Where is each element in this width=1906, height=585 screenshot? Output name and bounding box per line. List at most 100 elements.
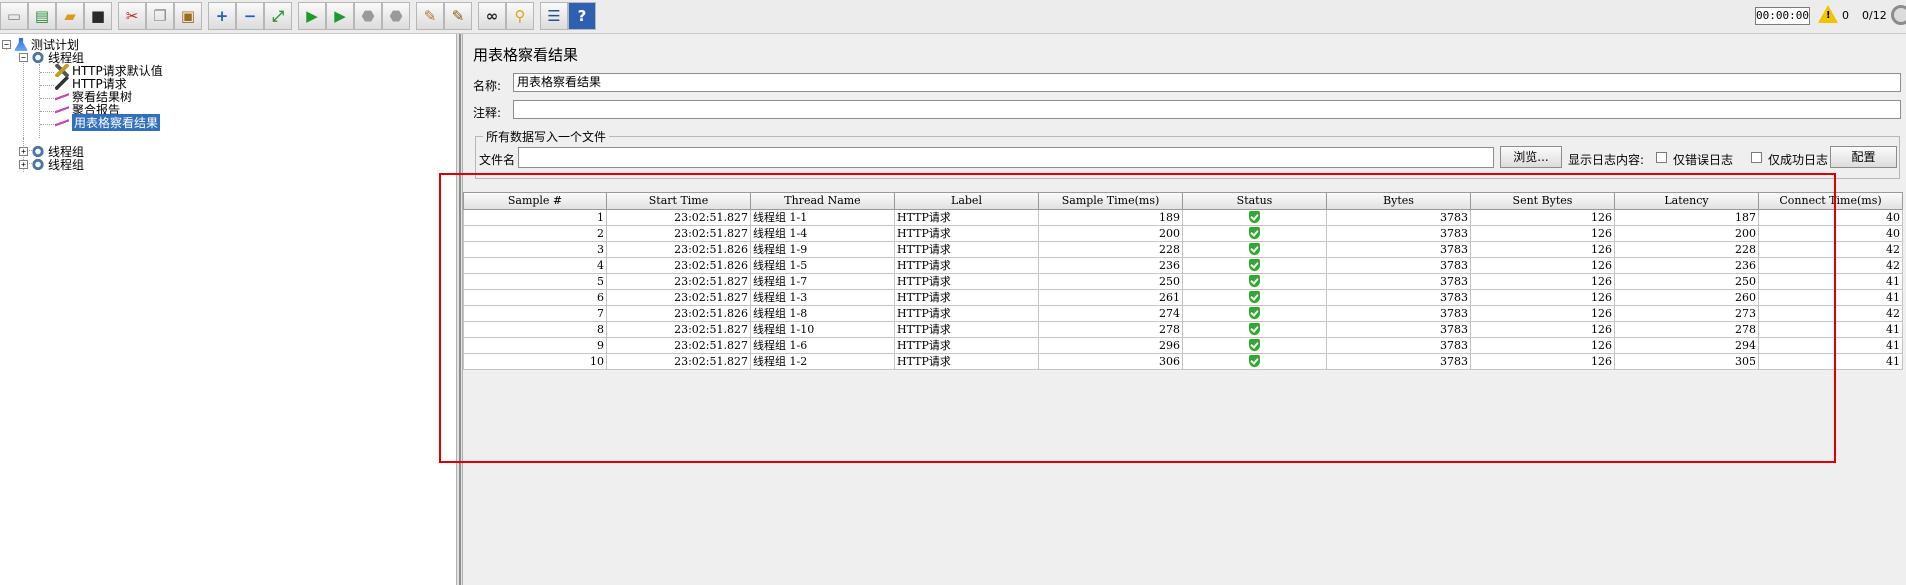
table-cell: 23:02:51.827 [607,354,751,370]
panel-title: 用表格察看结果 [473,46,579,64]
filename-field[interactable] [518,147,1494,168]
stop-icon: ⬣ [361,6,375,25]
table-cell: 3 [463,242,607,258]
table-cell: 3783 [1327,338,1471,354]
browse-button[interactable]: 浏览... [1500,146,1562,168]
table-cell: 7 [463,306,607,322]
success-shield-icon [1249,227,1260,239]
table-row[interactable]: 4 23:02:51.826 线程组 1-5 HTTP请求 236 3783 126 236 4… [463,258,1903,274]
search-button[interactable]: ∞ [478,2,506,30]
help-button[interactable]: ? [568,2,596,30]
table-cell: 线程组 1-8 [751,306,895,322]
expand-toggle-icon[interactable]: + [19,147,28,156]
table-header: Sample # Start Time Thread Name Label Sample… [463,192,1903,210]
clear-button[interactable]: ✎ [416,2,444,30]
table-cell: 228 [1615,242,1759,258]
table-cell: HTTP请求 [895,322,1039,338]
expand-toggle-icon[interactable]: + [19,160,28,169]
tree-node-label: 线程组 [48,158,85,172]
column-header[interactable]: Latency [1615,192,1759,210]
gear-icon[interactable] [1891,5,1906,25]
collapse-button[interactable]: − [236,2,264,30]
success-shield-icon [1249,211,1260,223]
table-cell: 3783 [1327,242,1471,258]
errors-only-checkbox[interactable] [1656,152,1667,163]
column-header[interactable]: Label [895,192,1039,210]
table-cell: 187 [1615,210,1759,226]
copy-button[interactable]: ❐ [146,2,174,30]
thread-group-icon [31,158,45,171]
minus-icon: − [243,6,257,25]
start-button[interactable]: ▶ [298,2,326,30]
table-cell: 236 [1039,258,1183,274]
table-row[interactable]: 10 23:02:51.827 线程组 1-2 HTTP请求 306 3783 126 305… [463,354,1903,370]
paste-button[interactable]: ▣ [174,2,202,30]
table-cell: HTTP请求 [895,258,1039,274]
table-cell: 250 [1039,274,1183,290]
name-field[interactable]: 用表格察看结果 [513,73,1901,92]
table-cell: 3783 [1327,226,1471,242]
table-row[interactable]: 8 23:02:51.827 线程组 1-10 HTTP请求 278 3783 126 278… [463,322,1903,338]
status-cell [1183,226,1327,242]
table-row[interactable]: 5 23:02:51.827 线程组 1-7 HTTP请求 250 3783 126 250 4… [463,274,1903,290]
stop-button[interactable]: ⬣ [354,2,382,30]
table-row[interactable]: 6 23:02:51.827 线程组 1-3 HTTP请求 261 3783 126 260 4… [463,290,1903,306]
tree-node-table-results[interactable]: 用表格察看结果 [55,114,161,131]
table-row[interactable]: 1 23:02:51.827 线程组 1-1 HTTP请求 189 3783 126 187 4… [463,210,1903,226]
column-header[interactable]: Start Time [607,192,751,210]
errors-only-label: 仅错误日志 [1673,153,1734,167]
column-header[interactable]: Sample # [463,192,607,210]
table-cell: 23:02:51.827 [607,210,751,226]
shutdown-button[interactable]: ⬣ [382,2,410,30]
table-row[interactable]: 3 23:02:51.826 线程组 1-9 HTTP请求 228 3783 126 228 4… [463,242,1903,258]
table-cell: 1 [463,210,607,226]
function-helper-button[interactable]: ☰ [540,2,568,30]
column-header[interactable]: Connect Time(ms) [1759,192,1903,210]
collapse-toggle-icon[interactable]: − [2,40,11,49]
table-cell: 4 [463,258,607,274]
comment-field[interactable] [513,100,1901,119]
templates-button[interactable]: ▤ [28,2,56,30]
toggle-button[interactable]: ⤢ [264,2,292,30]
cut-button[interactable]: ✂ [118,2,146,30]
start-no-pauses-button[interactable]: ▶ [326,2,354,30]
table-row[interactable]: 7 23:02:51.826 线程组 1-8 HTTP请求 274 3783 126 273 4… [463,306,1903,322]
expand-button[interactable]: + [208,2,236,30]
column-header[interactable]: Sample Time(ms) [1039,192,1183,210]
success-shield-icon [1249,355,1260,367]
tree-node-thread-group-3[interactable]: + 线程组 [19,157,84,172]
column-header[interactable]: Sent Bytes [1471,192,1615,210]
column-header[interactable]: Bytes [1327,192,1471,210]
open-button[interactable]: ▰ [56,2,84,30]
table-cell: 250 [1615,274,1759,290]
log-content-label: 显示日志内容: [1568,153,1645,167]
table-cell: 3783 [1327,210,1471,226]
table-cell: 40 [1759,210,1903,226]
table-cell: 228 [1039,242,1183,258]
column-header[interactable]: Status [1183,192,1327,210]
collapse-toggle-icon[interactable]: − [19,53,28,62]
success-only-checkbox[interactable] [1751,152,1762,163]
binoculars-icon: ∞ [485,6,499,25]
status-cell [1183,338,1327,354]
column-header[interactable]: Thread Name [751,192,895,210]
play-no-pause-icon: ▶ [334,6,346,25]
save-button[interactable]: ■ [84,2,112,30]
table-cell: HTTP请求 [895,274,1039,290]
success-shield-icon [1249,243,1260,255]
reset-search-button[interactable]: ⚲ [506,2,534,30]
configure-button[interactable]: 配置 [1830,146,1897,168]
warning-mark: ! [1826,10,1831,21]
paste-icon: ▣ [180,6,196,25]
success-shield-icon [1249,323,1260,335]
table-cell: 236 [1615,258,1759,274]
new-button[interactable]: ▭ [0,2,28,30]
table-cell: 126 [1471,290,1615,306]
shutdown-icon: ⬣ [389,6,403,25]
table-cell: 41 [1759,354,1903,370]
table-row[interactable]: 9 23:02:51.827 线程组 1-6 HTTP请求 296 3783 126 294 4… [463,338,1903,354]
table-row[interactable]: 2 23:02:51.827 线程组 1-4 HTTP请求 200 3783 126 200 4… [463,226,1903,242]
clear-all-button[interactable]: ✎ [444,2,472,30]
save-icon: ■ [90,6,106,25]
table-cell: 线程组 1-5 [751,258,895,274]
